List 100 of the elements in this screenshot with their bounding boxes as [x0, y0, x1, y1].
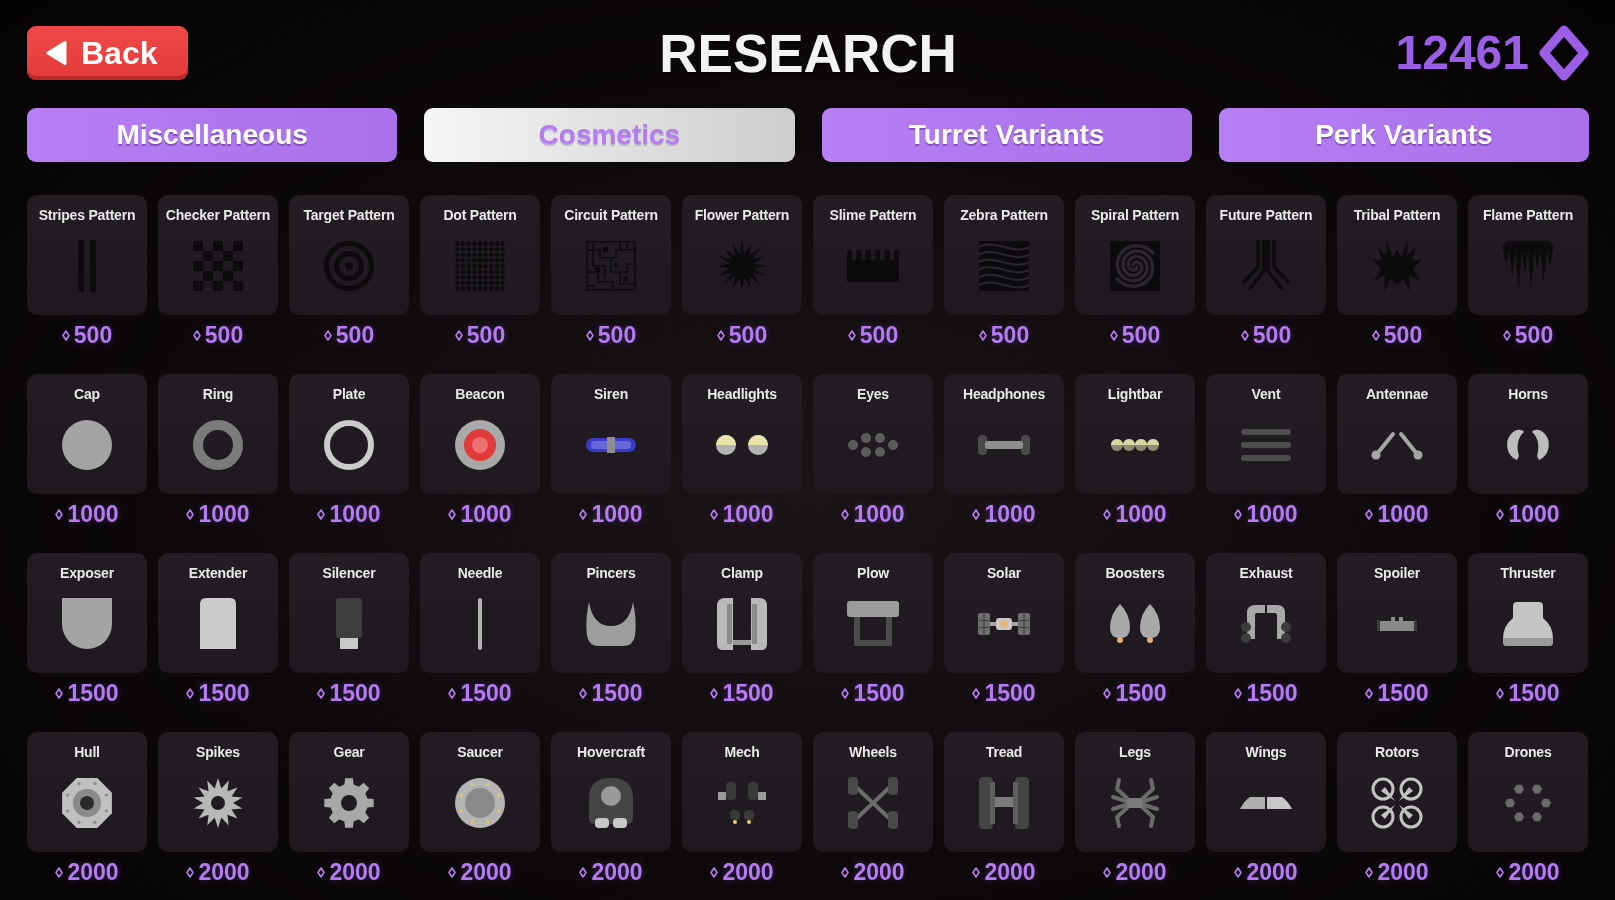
research-item-card[interactable]: Exhaust: [1206, 553, 1326, 673]
research-item-card[interactable]: Legs: [1075, 732, 1195, 852]
item-price: 500: [335, 323, 375, 347]
research-item-card[interactable]: Horns: [1468, 374, 1588, 494]
diamond-icon: [1103, 866, 1112, 878]
research-item-card[interactable]: Boosters: [1075, 553, 1195, 673]
vent-slats-icon: [1241, 428, 1291, 461]
diamond-icon: [186, 508, 195, 520]
research-item-card[interactable]: Slime Pattern: [813, 195, 933, 315]
item-price: 1000: [1377, 502, 1429, 526]
item-name: Spoiler: [1373, 565, 1421, 582]
diamond-icon: [1496, 687, 1505, 699]
item-price: 1000: [198, 502, 250, 526]
research-item-card[interactable]: Drones: [1468, 732, 1588, 852]
item-price: 2000: [460, 860, 512, 884]
research-item-card[interactable]: Stripes Pattern: [27, 195, 147, 315]
hovercraft-icon: [589, 777, 633, 828]
research-item-card[interactable]: Zebra Pattern: [944, 195, 1064, 315]
research-item-card[interactable]: Rotors: [1337, 732, 1457, 852]
diamond-icon: [978, 329, 987, 341]
research-item-card[interactable]: Solar: [944, 553, 1064, 673]
item-price: 1000: [67, 502, 119, 526]
research-item-card[interactable]: Plate: [289, 374, 409, 494]
research-item-card[interactable]: Spoiler: [1337, 553, 1457, 673]
research-item-card[interactable]: Wheels: [813, 732, 933, 852]
diamond-icon: [1234, 687, 1243, 699]
back-button[interactable]: Back: [27, 26, 188, 80]
research-item-card[interactable]: Spiral Pattern: [1075, 195, 1195, 315]
research-item-card[interactable]: Headlights: [682, 374, 802, 494]
research-item-card[interactable]: Wings: [1206, 732, 1326, 852]
beacon-light-icon: [455, 419, 505, 470]
item-price: 500: [859, 323, 899, 347]
research-item-card[interactable]: Siren: [551, 374, 671, 494]
solar-panels-icon: [978, 612, 1030, 635]
research-item-card[interactable]: Hull: [27, 732, 147, 852]
clamp-icon: [717, 597, 767, 650]
wavy-stripes-icon: [979, 240, 1029, 291]
item-price: 2000: [984, 860, 1036, 884]
tipped-block-icon: [336, 598, 362, 649]
exhaust-pipes-icon: [1241, 604, 1291, 643]
research-item-card[interactable]: Thruster: [1468, 553, 1588, 673]
research-item-card[interactable]: Vent: [1206, 374, 1326, 494]
diamond-icon: [1103, 687, 1112, 699]
research-item-card[interactable]: Target Pattern: [289, 195, 409, 315]
item-price: 1000: [1508, 502, 1560, 526]
research-item-card[interactable]: Exposer: [27, 553, 147, 673]
thin-ring-icon: [324, 419, 374, 470]
item-price: 2000: [329, 860, 381, 884]
research-item-card[interactable]: Cap: [27, 374, 147, 494]
crescent-icon: [585, 601, 637, 646]
diamond-icon: [1234, 866, 1243, 878]
research-item-card[interactable]: Clamp: [682, 553, 802, 673]
research-item-card[interactable]: Headphones: [944, 374, 1064, 494]
research-item-card[interactable]: Extender: [158, 553, 278, 673]
research-item-card[interactable]: Tribal Pattern: [1337, 195, 1457, 315]
research-item-card[interactable]: Plow: [813, 553, 933, 673]
research-item-card[interactable]: Circuit Pattern: [551, 195, 671, 315]
capped-bar-icon: [978, 434, 1030, 455]
research-item-card[interactable]: Lightbar: [1075, 374, 1195, 494]
left-triangle-icon: [45, 40, 67, 66]
item-price: 500: [73, 323, 113, 347]
diamond-icon: [61, 329, 70, 341]
diamond-icon: [317, 508, 326, 520]
research-item-card[interactable]: Future Pattern: [1206, 195, 1326, 315]
item-price: 500: [204, 323, 244, 347]
booster-pods-icon: [1110, 604, 1160, 643]
research-item-card[interactable]: Antennae: [1337, 374, 1457, 494]
needle-icon: [478, 597, 482, 650]
item-price: 1500: [1377, 681, 1429, 705]
research-item-card[interactable]: Gear: [289, 732, 409, 852]
research-item-card[interactable]: Checker Pattern: [158, 195, 278, 315]
disc-icon: [62, 419, 112, 470]
research-item-card[interactable]: Silencer: [289, 553, 409, 673]
item-price: 1500: [1508, 681, 1560, 705]
item-name: Plate: [332, 386, 366, 403]
item-name: Vent: [1251, 386, 1281, 403]
diamond-icon: [972, 687, 981, 699]
item-name: Stripes Pattern: [38, 207, 136, 224]
research-item-card[interactable]: Dot Pattern: [420, 195, 540, 315]
research-item-card[interactable]: Tread: [944, 732, 1064, 852]
research-item-card[interactable]: Eyes: [813, 374, 933, 494]
research-item-card[interactable]: Flower Pattern: [682, 195, 802, 315]
research-item-card[interactable]: Beacon: [420, 374, 540, 494]
item-price: 1000: [984, 502, 1036, 526]
research-item-card[interactable]: Spikes: [158, 732, 278, 852]
research-item-card[interactable]: Pincers: [551, 553, 671, 673]
bell-shape-icon: [1503, 601, 1553, 646]
spoiler-icon: [1377, 616, 1417, 631]
research-item-card[interactable]: Mech: [682, 732, 802, 852]
research-item-card[interactable]: Ring: [158, 374, 278, 494]
currency-amount: 12461: [1395, 29, 1529, 77]
research-item-card[interactable]: Needle: [420, 553, 540, 673]
item-name: Headlights: [707, 386, 777, 403]
item-name: Silencer: [322, 565, 376, 582]
diamond-icon: [972, 866, 981, 878]
item-name: Dot Pattern: [443, 207, 517, 224]
research-item-card[interactable]: Hovercraft: [551, 732, 671, 852]
item-price: 500: [1383, 323, 1423, 347]
research-item-card[interactable]: Flame Pattern: [1468, 195, 1588, 315]
research-item-card[interactable]: Saucer: [420, 732, 540, 852]
